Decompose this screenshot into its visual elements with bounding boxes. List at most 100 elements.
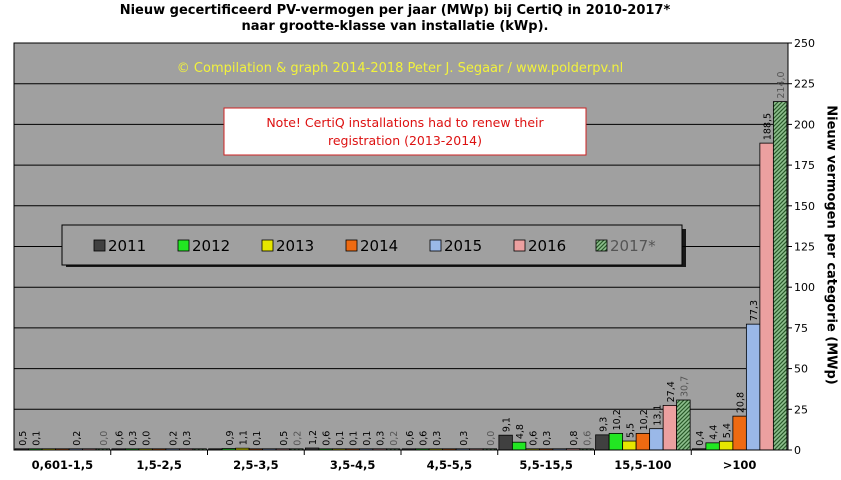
bar-value-label: 0,6 — [115, 431, 126, 446]
bar-value-label: 214,0 — [776, 71, 787, 98]
bar-value-label: 0,6 — [583, 431, 594, 446]
legend-swatch — [93, 239, 106, 252]
bar-value-label: 10,2 — [639, 409, 650, 430]
y-tick-label: 175 — [794, 159, 815, 172]
bar-value-label: 0,4 — [695, 431, 706, 446]
bar — [705, 442, 720, 451]
bar-value-label: 0,8 — [569, 431, 580, 446]
note-line-2: registration (2013-2014) — [328, 133, 482, 148]
legend-swatch — [595, 239, 608, 252]
bar-value-label: 0,9 — [225, 430, 236, 445]
bar-value-label: 0,1 — [349, 431, 360, 446]
y-tick-label: 225 — [794, 78, 815, 91]
bar — [622, 440, 637, 451]
bar — [662, 404, 678, 451]
legend-swatch — [261, 239, 274, 252]
bar-value-label: 0,0 — [486, 431, 497, 446]
bar-value-label: 0,6 — [405, 431, 416, 446]
legend-label: 2016 — [528, 237, 566, 255]
x-tick-label: 3,5-4,5 — [330, 458, 376, 472]
legend-swatch — [177, 239, 190, 252]
bar-value-label: 0,3 — [459, 431, 470, 446]
x-tick-label: 2,5-3,5 — [233, 458, 279, 472]
bar-value-label: 5,4 — [722, 423, 733, 438]
y-tick-label: 150 — [794, 200, 815, 213]
bar-value-label: 0,3 — [128, 431, 139, 446]
bar-value-label: 0,6 — [418, 431, 429, 446]
y-tick-label: 250 — [794, 37, 815, 50]
note-line-1: Note! CertiQ installations had to renew … — [266, 115, 544, 130]
y-tick-label: 75 — [794, 322, 808, 335]
legend-swatch — [429, 239, 442, 252]
legend-label: 2015 — [444, 237, 482, 255]
bar — [759, 142, 774, 451]
bar-value-label: 0,5 — [279, 431, 290, 446]
legend-label: 2013 — [276, 237, 314, 255]
x-tick-label: 5,5-15,5 — [519, 458, 573, 472]
x-ticks: 0,601-1,5 1,5-2,5 2,5-3,5 3,5-4,5 4,5-5,5 5,5… — [14, 449, 788, 472]
bar — [745, 323, 761, 451]
bar — [676, 399, 691, 451]
bar — [772, 101, 788, 451]
legend-label: 2017* — [610, 237, 656, 255]
bar-chart: 0,5 0,1 0,2 0,0 0,6 0,3 0,0 0,2 0,3 0,9 1,1 0,1 0,5 0… — [13, 37, 815, 472]
bar-value-label: 1,1 — [238, 430, 249, 445]
x-tick-label: 1,5-2,5 — [136, 458, 182, 472]
bar — [732, 415, 747, 451]
bar-value-label: 0,2 — [72, 431, 83, 446]
x-tick-label: >100 — [723, 458, 757, 472]
bar-value-label: 1,2 — [308, 430, 319, 445]
bar-value-label: 0,1 — [362, 431, 373, 446]
bar-value-label: 0,3 — [432, 431, 443, 446]
legend-swatch — [513, 239, 526, 252]
bar — [649, 428, 664, 451]
bar-value-label: 0,2 — [292, 431, 303, 446]
bar-value-label: 0,0 — [99, 431, 110, 446]
bar-value-label: 10,2 — [612, 409, 623, 430]
bar-value-label: 0,6 — [529, 431, 540, 446]
bar — [635, 432, 651, 451]
bar-value-label: 5,5 — [625, 423, 636, 438]
bar-value-label: 0,2 — [169, 431, 180, 446]
bar — [595, 434, 610, 451]
bar-value-label: 0,3 — [376, 431, 387, 446]
bar-value-label: 0,1 — [252, 431, 263, 446]
bar-value-label: 188,5 — [763, 113, 774, 140]
legend-swatch — [345, 239, 358, 252]
bar-value-label: 0,0 — [142, 431, 153, 446]
bar — [511, 441, 527, 451]
y-tick-label: 25 — [794, 403, 808, 416]
y-tick-label: 125 — [794, 241, 815, 254]
legend-label: 2012 — [192, 237, 230, 255]
bar — [608, 432, 624, 451]
bar — [498, 434, 513, 451]
bar-value-label: 9,1 — [502, 417, 513, 432]
bar-value-label: 0,6 — [322, 431, 333, 446]
bar-value-label: 9,3 — [598, 417, 609, 432]
bar-value-label: 0,3 — [542, 431, 553, 446]
bar-value-label: 27,4 — [666, 381, 677, 402]
y-tick-label: 0 — [794, 444, 801, 457]
copyright-text: © Compilation & graph 2014-2018 Peter J.… — [177, 61, 623, 76]
legend: 2011 2012 2013 2014 2015 2016 2017* — [61, 224, 686, 267]
bar-value-label: 13,1 — [652, 405, 663, 426]
x-tick-label: 15,5-100 — [614, 458, 671, 472]
bar-value-label: 4,4 — [709, 425, 720, 440]
bar-value-label: 0,2 — [389, 431, 400, 446]
legend-label: 2011 — [108, 237, 146, 255]
bar-value-label: 77,3 — [749, 300, 760, 321]
bar-value-label: 30,7 — [679, 376, 690, 397]
y-tick-label: 50 — [794, 363, 808, 376]
y-tick-label: 100 — [794, 281, 815, 294]
bar-value-label: 0,3 — [182, 431, 193, 446]
x-tick-label: 4,5-5,5 — [427, 458, 473, 472]
bar-value-label: 0,5 — [18, 431, 29, 446]
legend-label: 2014 — [360, 237, 398, 255]
bar — [718, 440, 734, 451]
y-ticks: 0 25 50 75 100 125 150 175 200 225 250 — [788, 37, 815, 457]
x-tick-label: 0,601-1,5 — [32, 458, 94, 472]
bar-value-label: 20,8 — [736, 392, 747, 413]
bar-value-label: 0,1 — [335, 431, 346, 446]
note-box: Note! CertiQ installations had to renew … — [223, 107, 587, 156]
bar-value-label: 0,1 — [31, 431, 42, 446]
